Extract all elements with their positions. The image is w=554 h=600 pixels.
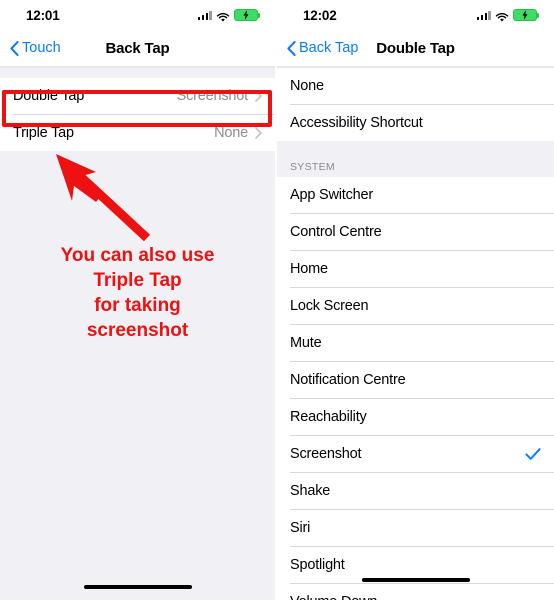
row-label: Home [290, 261, 328, 277]
row-label: Screenshot [290, 446, 362, 462]
chevron-left-icon [287, 40, 296, 56]
row-accessibility-shortcut[interactable]: Accessibility Shortcut [277, 105, 554, 141]
row-control-centre[interactable]: Control Centre [277, 214, 554, 250]
row-label: None [290, 78, 324, 94]
back-button[interactable]: Back Tap [287, 40, 358, 56]
row-siri[interactable]: Siri [277, 510, 554, 546]
row-shake[interactable]: Shake [277, 473, 554, 509]
row-label: Accessibility Shortcut [290, 115, 423, 131]
row-label: App Switcher [290, 187, 374, 203]
navigation-bar: Back Tap Double Tap [277, 30, 554, 66]
checkmark-icon [525, 448, 541, 460]
status-bar-clock: 12:02 [303, 7, 337, 23]
status-bar: 12:01 [0, 0, 275, 30]
dual-screenshot-comparison: 12:01 Touch Back Tap Double Tap Screensh… [0, 0, 554, 600]
empty-background [0, 151, 275, 600]
row-label: Double Tap [13, 88, 85, 104]
back-button-label: Touch [22, 40, 61, 56]
row-label: Mute [290, 335, 322, 351]
chevron-left-icon [10, 40, 19, 56]
back-button[interactable]: Touch [10, 40, 61, 56]
status-bar-icons [476, 9, 539, 22]
row-none[interactable]: None [277, 68, 554, 104]
row-lock-screen[interactable]: Lock Screen [277, 288, 554, 324]
row-double-tap[interactable]: Double Tap Screenshot [0, 78, 275, 114]
row-mute[interactable]: Mute [277, 325, 554, 361]
chevron-right-icon [255, 90, 262, 102]
wifi-icon [495, 10, 509, 22]
row-home[interactable]: Home [277, 251, 554, 287]
back-tap-settings-group: Double Tap Screenshot Triple Tap None [0, 78, 275, 151]
row-label: Reachability [290, 409, 367, 425]
row-app-switcher[interactable]: App Switcher [277, 177, 554, 213]
back-button-label: Back Tap [299, 40, 359, 56]
cellular-signal-icon [197, 10, 212, 20]
right-phone-screen: 12:02 Back Tap Double Tap None Accessibi… [277, 0, 554, 600]
system-actions-group: App Switcher Control Centre Home Lock Sc… [277, 177, 554, 600]
row-label: Siri [290, 520, 311, 536]
status-bar-icons [197, 9, 260, 22]
section-header-system: SYSTEM [277, 141, 554, 177]
row-notification-centre[interactable]: Notification Centre [277, 362, 554, 398]
battery-charging-icon [234, 9, 260, 21]
row-reachability[interactable]: Reachability [277, 399, 554, 435]
status-bar: 12:02 [277, 0, 554, 30]
row-label: Notification Centre [290, 372, 406, 388]
row-label: Spotlight [290, 557, 345, 573]
cellular-signal-icon [476, 10, 491, 20]
row-label: Volume Down [290, 594, 377, 600]
row-label: Shake [290, 483, 331, 499]
row-volume-down[interactable]: Volume Down [277, 584, 554, 600]
battery-charging-icon [513, 9, 539, 21]
list-top-spacer [0, 68, 275, 78]
status-bar-clock: 12:01 [26, 7, 60, 23]
row-label: Lock Screen [290, 298, 369, 314]
navigation-bar: Touch Back Tap [0, 30, 275, 66]
home-indicator [361, 578, 470, 582]
row-triple-tap[interactable]: Triple Tap None [0, 115, 275, 151]
wifi-icon [216, 10, 230, 22]
row-label: Control Centre [290, 224, 382, 240]
left-phone-screen: 12:01 Touch Back Tap Double Tap Screensh… [0, 0, 277, 600]
row-value: Screenshot [176, 88, 249, 104]
chevron-right-icon [255, 127, 262, 139]
row-screenshot[interactable]: Screenshot [277, 436, 554, 472]
row-label: Triple Tap [13, 125, 74, 141]
top-options-group: None Accessibility Shortcut [277, 68, 554, 141]
home-indicator [83, 585, 192, 589]
row-value: None [214, 125, 248, 141]
section-header-label: SYSTEM [290, 161, 335, 173]
